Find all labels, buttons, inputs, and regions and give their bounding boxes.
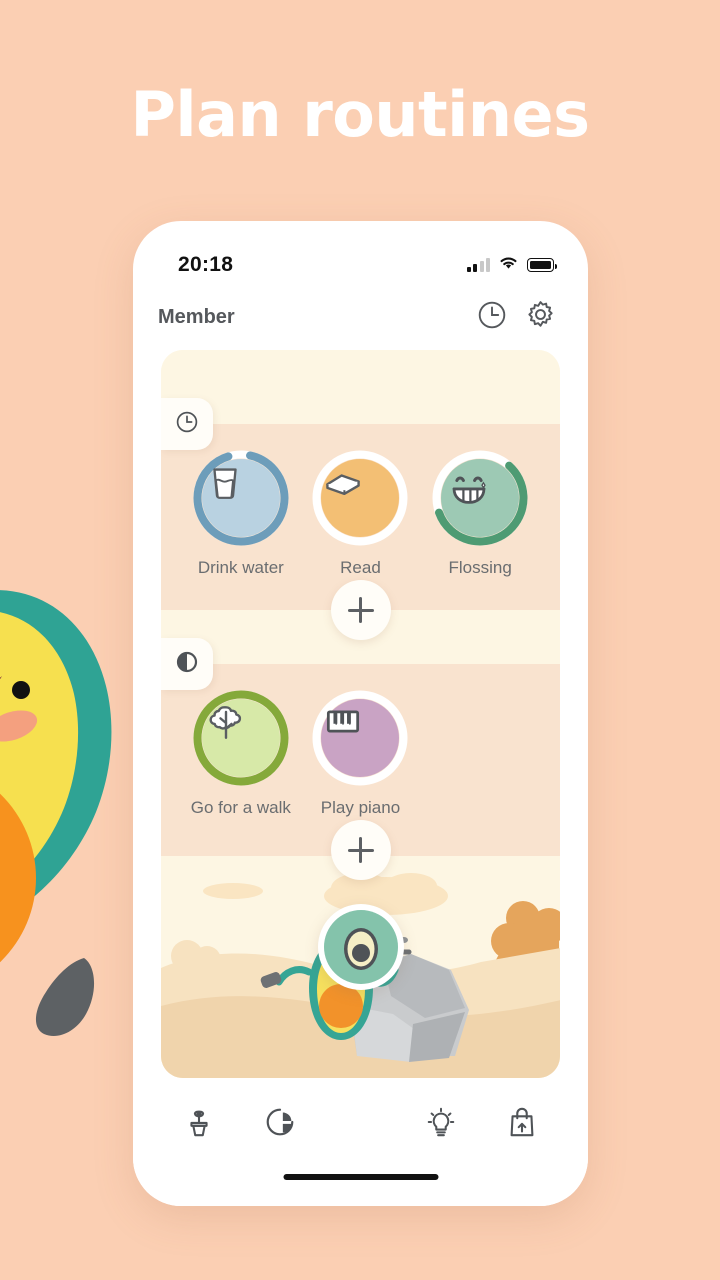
habit-icon-disc — [321, 459, 400, 537]
add-habit-button-evening[interactable] — [330, 820, 391, 880]
habit-label: Flossing — [448, 558, 512, 577]
avocado-fab-button[interactable] — [317, 904, 404, 990]
page-title: Plan routines — [130, 78, 590, 151]
app-bar-title: Member — [158, 305, 235, 328]
half-moon-icon — [175, 650, 199, 679]
home-indicator — [283, 1174, 438, 1180]
phone-mockup: 20:18 Member Drink water Read Flossing G… — [133, 221, 588, 1206]
habit-read[interactable]: Read — [301, 450, 421, 578]
nav-shop[interactable] — [496, 1096, 548, 1148]
routines-card: Drink water Read Flossing Go for a walk … — [161, 350, 560, 1078]
clock-icon[interactable] — [477, 300, 507, 335]
habit-drink-water[interactable]: Drink water — [181, 450, 301, 578]
signal-icon — [466, 258, 490, 272]
habit-row: Drink water Read Flossing — [161, 450, 560, 578]
morning-routine-tab[interactable] — [161, 398, 213, 450]
habit-icon-disc — [201, 459, 280, 537]
pie-chart-icon — [266, 1108, 294, 1136]
nav-plant[interactable] — [173, 1096, 225, 1148]
card-header-space — [161, 350, 560, 424]
habit-icon-disc — [201, 699, 280, 777]
gear-icon[interactable] — [525, 299, 556, 335]
habit-label: Drink water — [197, 558, 284, 577]
routine-section-morning: Drink water Read Flossing — [161, 398, 560, 640]
habit-play-piano[interactable]: Play piano — [301, 690, 421, 818]
habit-go-for-a-walk[interactable]: Go for a walk — [181, 690, 301, 818]
habit-progress-ring — [193, 450, 289, 546]
app-bar: Member — [133, 293, 588, 341]
habit-flossing[interactable]: Flossing — [420, 450, 540, 578]
routine-section-evening: Go for a walk Play piano — [161, 638, 560, 884]
nav-stats[interactable] — [254, 1096, 306, 1148]
habit-label: Play piano — [320, 798, 401, 817]
avocado-icon — [343, 928, 378, 970]
plant-pot-icon — [190, 1110, 208, 1137]
nav-ideas[interactable] — [415, 1096, 467, 1148]
habit-progress-ring — [193, 690, 289, 786]
wifi-icon — [499, 256, 518, 275]
status-bar: 20:18 — [133, 221, 588, 283]
habit-label: Read — [340, 558, 381, 577]
habit-progress-ring — [432, 450, 528, 546]
add-habit-button-morning[interactable] — [330, 580, 391, 640]
status-time: 20:18 — [178, 253, 234, 276]
battery-icon — [527, 258, 557, 272]
shopping-bag-icon — [510, 1107, 534, 1137]
habit-progress-ring — [312, 450, 408, 546]
habit-label: Go for a walk — [190, 798, 291, 817]
clock-icon — [175, 410, 199, 439]
habit-icon-disc — [441, 459, 520, 537]
lightbulb-icon — [427, 1107, 455, 1137]
habit-progress-ring — [312, 690, 408, 786]
bottom-navigation — [133, 1078, 588, 1206]
habit-icon-disc — [321, 699, 400, 777]
habit-row: Go for a walk Play piano — [161, 690, 560, 818]
evening-routine-tab[interactable] — [161, 638, 213, 690]
